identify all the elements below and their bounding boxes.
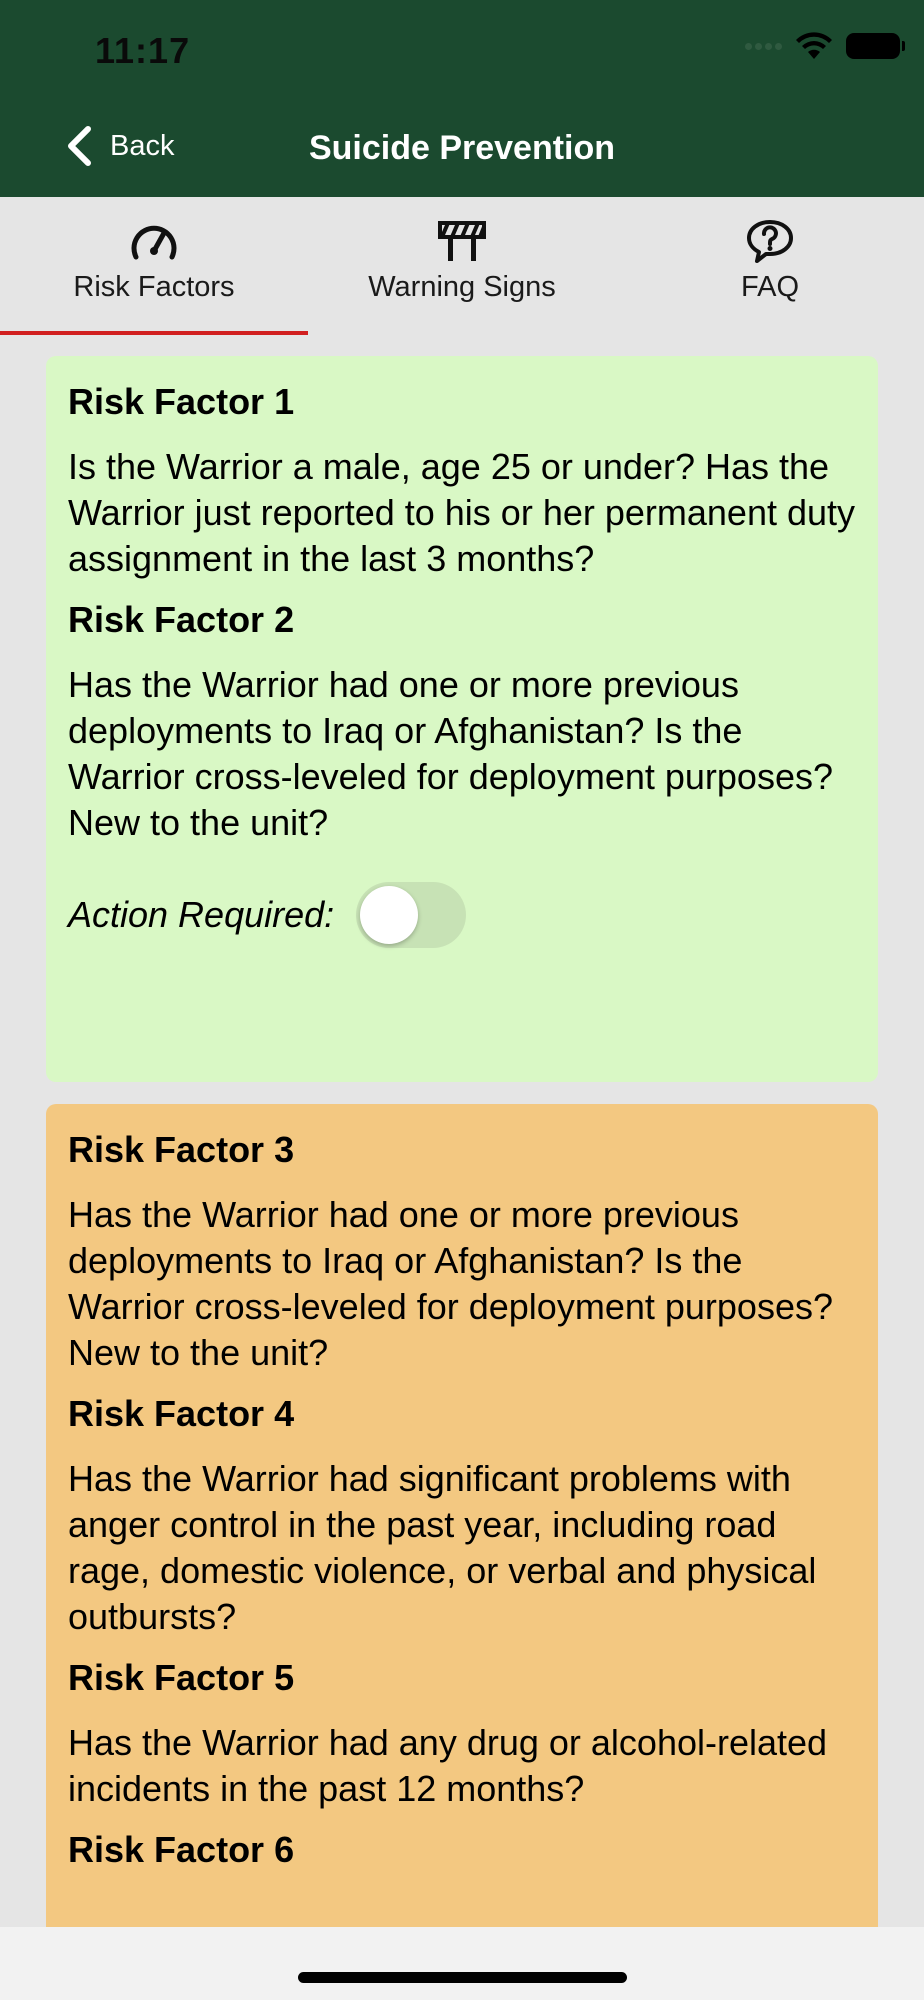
tab-label: Warning Signs [368,271,556,303]
action-required-toggle[interactable] [356,882,467,948]
risk-factor-heading: Risk Factor 2 [68,599,295,640]
risk-factor-heading: Risk Factor 4 [68,1393,295,1434]
wifi-icon [796,32,832,59]
action-required-label: Action Required: [68,894,335,935]
risk-factor-heading: Risk Factor 3 [68,1129,295,1170]
risk-factor-text: Is the Warrior a male, age 25 or under? … [68,446,856,579]
chevron-left-icon [68,126,91,166]
back-button[interactable]: Back [66,126,174,166]
risk-factor-text: Has the Warrior had significant problems… [68,1458,817,1637]
status-time: 11:17 [95,30,191,71]
risk-factor-card-medium: Risk Factor 3 Has the Warrior had one or… [46,1104,878,1964]
home-indicator[interactable] [298,1972,627,1983]
back-label: Back [110,129,175,162]
risk-factor-text: Has the Warrior had one or more previous… [68,1194,833,1373]
risk-factor-list: Risk Factor 1 Is the Warrior a male, age… [46,356,878,1964]
tab-risk-factors[interactable]: Risk Factors [0,197,308,335]
toggle-knob [360,886,419,944]
risk-factor-card-low: Risk Factor 1 Is the Warrior a male, age… [46,356,878,1082]
barrier-icon [438,221,486,261]
battery-icon [846,33,905,59]
risk-factor-heading: Risk Factor 5 [68,1657,295,1698]
risk-factor-text: Has the Warrior had one or more previous… [68,664,833,843]
tab-label: Risk Factors [73,271,235,303]
tab-faq[interactable]: FAQ [616,197,924,335]
speedometer-icon [131,225,177,260]
risk-factor-heading: Risk Factor 6 [68,1829,295,1870]
cellular-signal-icon [745,42,782,50]
risk-factor-heading: Risk Factor 1 [68,381,295,422]
tab-warning-signs[interactable]: Warning Signs [308,197,616,335]
tab-bar: Risk Factors Warning Signs FAQ [0,197,924,335]
action-required-row: Action Required: [68,882,856,948]
status-icons [745,32,905,60]
tab-label: FAQ [740,271,799,303]
risk-factor-text: Has the Warrior had any drug or alcohol-… [68,1722,828,1809]
header: 11:17 Back Suicide Prevention [0,0,924,197]
home-indicator-area [0,1927,924,2000]
question-bubble-icon [747,220,793,263]
